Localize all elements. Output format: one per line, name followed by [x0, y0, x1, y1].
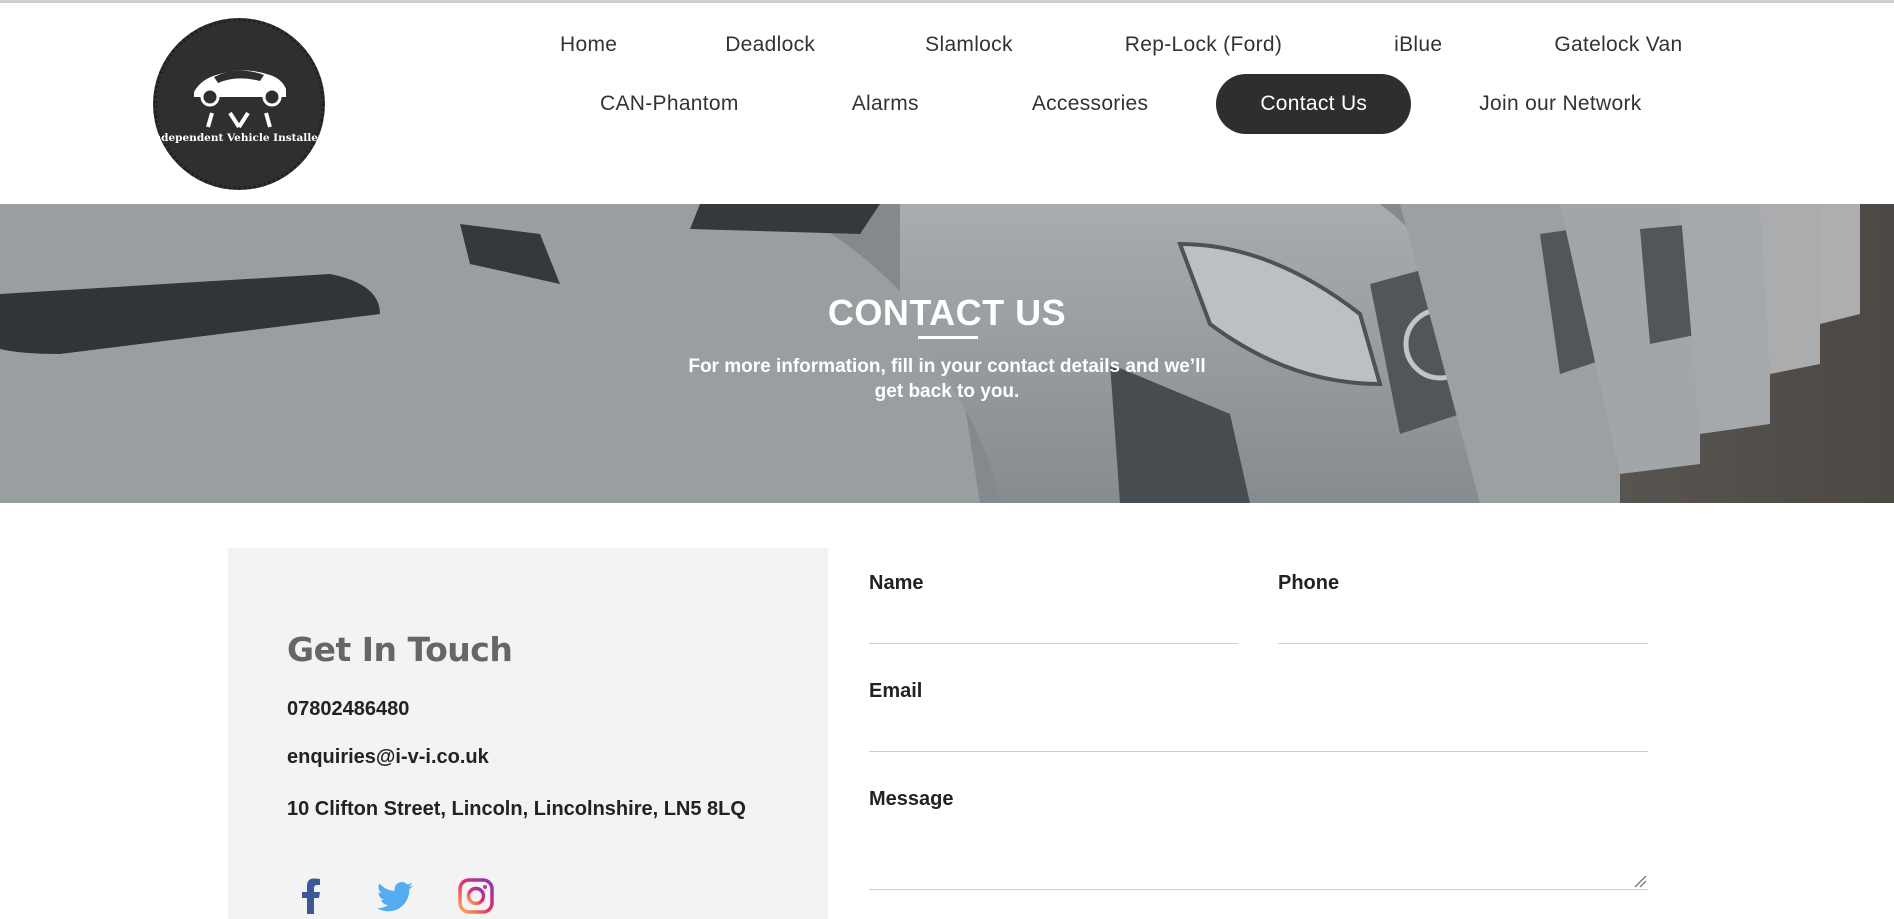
main-nav-row-2: CAN-Phantom Alarms Accessories Contact U…	[600, 74, 1642, 134]
email-input[interactable]	[869, 714, 1652, 752]
contact-email[interactable]: enquiries@i-v-i.co.uk	[287, 746, 489, 769]
nav-deadlock[interactable]: Deadlock	[725, 23, 815, 67]
contact-address: 10 Clifton Street, Lincoln, Lincolnshire…	[287, 798, 746, 820]
hero-subtitle: For more information, fill in your conta…	[688, 356, 1206, 402]
hero-title: CONTACT US	[827, 292, 1067, 333]
nav-accessories[interactable]: Accessories	[1032, 82, 1149, 126]
name-field-underline	[869, 643, 1238, 644]
nav-contact-us[interactable]: Contact Us	[1216, 74, 1412, 134]
nav-join-our-network[interactable]: Join our Network	[1479, 82, 1641, 126]
contact-phone[interactable]: 07802486480	[287, 698, 409, 721]
nav-gatelock-van[interactable]: Gatelock Van	[1554, 23, 1682, 67]
phone-label: Phone	[1278, 572, 1340, 594]
email-field-underline	[869, 751, 1648, 752]
message-textarea[interactable]	[869, 820, 1652, 890]
nav-rep-lock-ford[interactable]: Rep-Lock (Ford)	[1125, 23, 1282, 67]
instagram-icon[interactable]	[458, 878, 494, 919]
message-label: Message	[869, 788, 954, 810]
hero-title-underline	[918, 336, 978, 339]
name-input[interactable]	[869, 606, 1242, 644]
twitter-icon[interactable]	[376, 882, 414, 917]
message-field-underline	[869, 889, 1648, 890]
textarea-resize-handle-icon[interactable]	[1633, 874, 1647, 888]
nav-alarms[interactable]: Alarms	[852, 82, 919, 126]
logo-badge-icon: Independent Vehicle Installers	[149, 18, 329, 190]
main-nav-row-1: Home Deadlock Slamlock Rep-Lock (Ford) i…	[560, 23, 1682, 67]
name-label: Name	[869, 572, 924, 594]
phone-field-underline	[1278, 643, 1648, 644]
phone-input[interactable]	[1278, 606, 1652, 644]
svg-text:Independent Vehicle Installers: Independent Vehicle Installers	[152, 132, 326, 144]
site-header: Independent Vehicle Installers Home Dead…	[0, 3, 1894, 204]
site-logo[interactable]: Independent Vehicle Installers	[149, 17, 329, 191]
hero-banner: CONTACT US For more information, fill in…	[0, 204, 1894, 503]
get-in-touch-card: Get In Touch 07802486480 enquiries@i-v-i…	[228, 548, 828, 919]
card-title: Get In Touch	[287, 630, 513, 669]
nav-home[interactable]: Home	[560, 23, 617, 67]
facebook-icon[interactable]	[302, 878, 320, 919]
nav-iblue[interactable]: iBlue	[1394, 23, 1442, 67]
nav-can-phantom[interactable]: CAN-Phantom	[600, 82, 739, 126]
email-label: Email	[869, 680, 923, 702]
nav-slamlock[interactable]: Slamlock	[925, 23, 1013, 67]
